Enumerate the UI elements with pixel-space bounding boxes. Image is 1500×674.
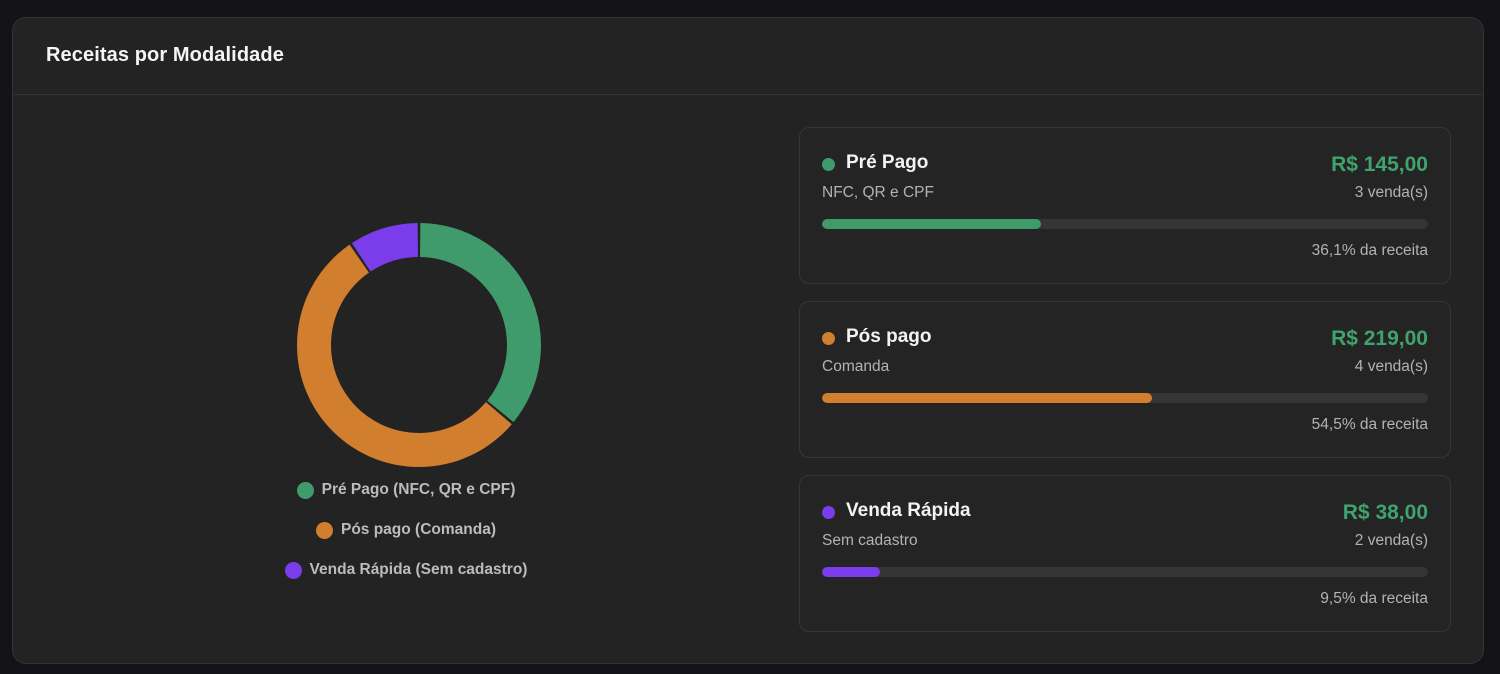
- modality-name: Pós pago: [846, 326, 932, 347]
- modality-subtitle: NFC, QR e CPF: [822, 184, 934, 201]
- modality-dot: [822, 158, 835, 171]
- modality-card-pre-pago: Pré Pago NFC, QR e CPF R$ 145,00 3 venda…: [799, 127, 1451, 284]
- modality-dot: [822, 332, 835, 345]
- legend-item-venda-rapida[interactable]: Venda Rápida (Sem cadastro): [284, 559, 528, 581]
- modality-revenue-share: 9,5% da receita: [1320, 590, 1428, 607]
- modality-progress-track: [822, 393, 1428, 403]
- legend-swatch: [315, 521, 333, 539]
- modality-dot: [822, 506, 835, 519]
- modality-progress-track: [822, 219, 1428, 229]
- modality-subtitle: Sem cadastro: [822, 532, 918, 549]
- modality-card-pos-pago: Pós pago Comanda R$ 219,00 4 venda(s) 54…: [799, 301, 1451, 458]
- chart-legend: Pré Pago (NFC, QR e CPF) Pós pago (Coman…: [13, 479, 799, 581]
- modality-amount: R$ 219,00: [1331, 327, 1428, 350]
- modality-card-venda-rapida: Venda Rápida Sem cadastro R$ 38,00 2 ven…: [799, 475, 1451, 632]
- donut-chart: [296, 223, 541, 468]
- modality-amount: R$ 38,00: [1342, 501, 1428, 524]
- legend-label: Pós pago (Comanda): [340, 521, 496, 538]
- card-header: Receitas por Modalidade: [13, 18, 1483, 95]
- legend-swatch: [296, 481, 314, 499]
- modality-sales-count: 3 venda(s): [1354, 184, 1428, 201]
- modality-progress-fill: [822, 567, 880, 577]
- modality-revenue-share: 36,1% da receita: [1311, 242, 1428, 259]
- modality-progress-track: [822, 567, 1428, 577]
- revenue-by-modality-card: Receitas por Modalidade Pré Pago (NFC, Q…: [12, 17, 1484, 664]
- legend-label: Pré Pago (NFC, QR e CPF): [321, 481, 516, 498]
- modality-progress-fill: [822, 393, 1153, 403]
- modality-name: Venda Rápida: [846, 500, 971, 521]
- modality-sales-count: 4 venda(s): [1354, 358, 1428, 375]
- modality-list: Pré Pago NFC, QR e CPF R$ 145,00 3 venda…: [799, 127, 1451, 649]
- modality-progress-fill: [822, 219, 1041, 229]
- modality-name: Pré Pago: [846, 152, 929, 173]
- legend-swatch: [284, 561, 302, 579]
- donut-chart-area: Pré Pago (NFC, QR e CPF) Pós pago (Coman…: [13, 96, 799, 663]
- modality-sales-count: 2 venda(s): [1354, 532, 1428, 549]
- donut-slice-pre-pago[interactable]: [419, 223, 541, 423]
- legend-label: Venda Rápida (Sem cadastro): [309, 561, 528, 578]
- legend-item-pos-pago[interactable]: Pós pago (Comanda): [315, 519, 496, 541]
- modality-amount: R$ 145,00: [1331, 153, 1428, 176]
- modality-subtitle: Comanda: [822, 358, 890, 375]
- card-title: Receitas por Modalidade: [46, 44, 284, 66]
- legend-item-pre-pago[interactable]: Pré Pago (NFC, QR e CPF): [296, 479, 516, 501]
- modality-revenue-share: 54,5% da receita: [1311, 416, 1428, 433]
